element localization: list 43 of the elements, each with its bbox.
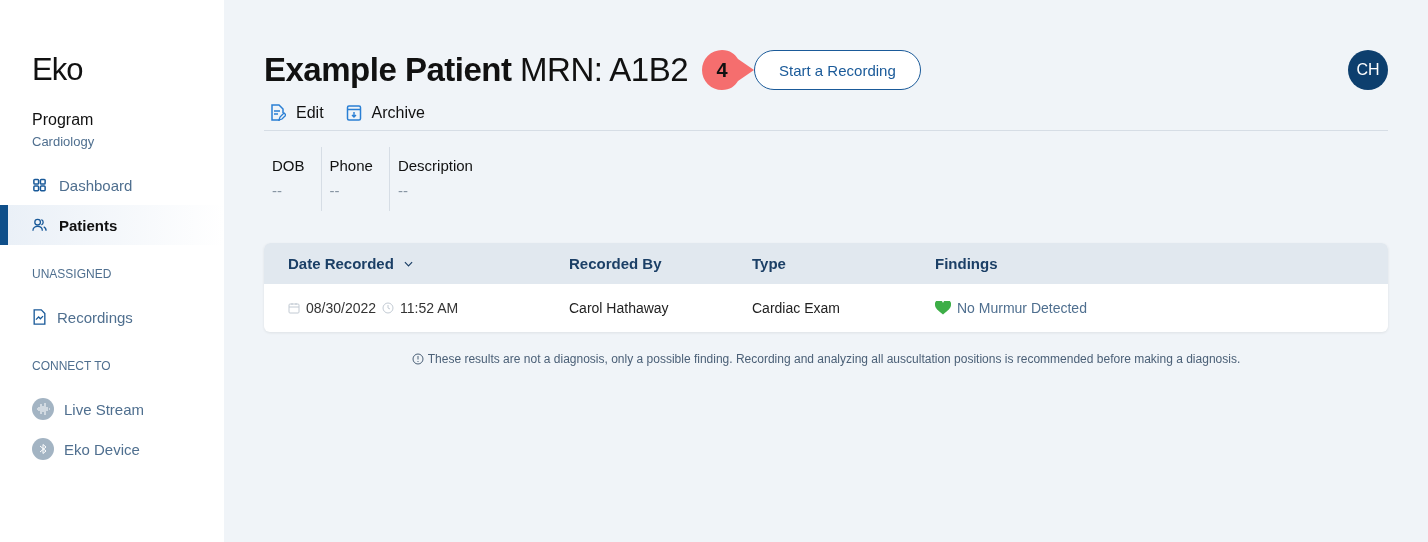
table-cell-text: Cardiac Exam — [752, 300, 841, 316]
field-label: Description — [397, 157, 473, 174]
patient-title: Example Patient MRN: A1B2 — [264, 51, 688, 89]
nav-item[interactable]: Dashboard — [0, 165, 224, 205]
start-recording-button[interactable]: Start a Recording — [754, 50, 921, 90]
calendar-icon — [288, 302, 300, 314]
program-name: Cardiology — [32, 134, 96, 149]
column-header[interactable]: Recorded By — [569, 255, 752, 272]
action-link[interactable]: Archive — [345, 104, 425, 122]
action-link[interactable]: Edit — [270, 104, 324, 122]
logo: Eko — [32, 52, 84, 88]
column-header[interactable]: Type — [752, 255, 935, 272]
info-icon — [411, 353, 424, 365]
time-text: 11:52 AM — [400, 300, 459, 316]
people-icon — [32, 217, 47, 233]
table-row[interactable]: 08/30/2022 11:52 AM Carol Hathaway Cardiac Exam No Murmur Detected — [264, 284, 1388, 332]
sound-wave-icon — [32, 398, 54, 420]
field-value: -- — [397, 182, 409, 199]
field-label: DOB — [272, 157, 305, 174]
section-heading: UNASSIGNED — [32, 267, 113, 281]
column-header[interactable]: Date Recorded — [264, 255, 569, 272]
nav-item[interactable]: Recordings — [0, 297, 224, 337]
field-label: Phone — [329, 157, 373, 174]
clock-icon — [382, 302, 395, 314]
nav-item[interactable]: Live Stream — [0, 389, 224, 429]
date-text: 08/30/2022 — [306, 300, 377, 316]
field-value: -- — [329, 182, 341, 199]
disclaimer-text: These results are not a diagnosis, only a possible finding. Recording and analyzing all auscultation positions is recommended before making a diagnosis. — [427, 352, 1241, 366]
caret-icon — [403, 260, 413, 267]
grid-icon — [32, 177, 47, 193]
file-chart-icon — [32, 309, 47, 325]
column-header[interactable]: Findings — [935, 255, 1388, 272]
archive-icon — [345, 104, 362, 122]
finding-text: No Murmur Detected — [957, 300, 1087, 316]
field-value: -- — [272, 182, 283, 199]
nav-item[interactable]: Eko Device — [0, 429, 224, 469]
program-label: Program — [32, 111, 95, 129]
avatar[interactable]: CH — [1348, 50, 1388, 90]
section-heading: CONNECT TO — [32, 359, 112, 373]
bluetooth-icon — [32, 438, 54, 460]
edit-document-icon — [270, 104, 286, 122]
table-cell-text: Carol Hathaway — [569, 300, 670, 316]
step-marker: 4 — [702, 50, 754, 90]
